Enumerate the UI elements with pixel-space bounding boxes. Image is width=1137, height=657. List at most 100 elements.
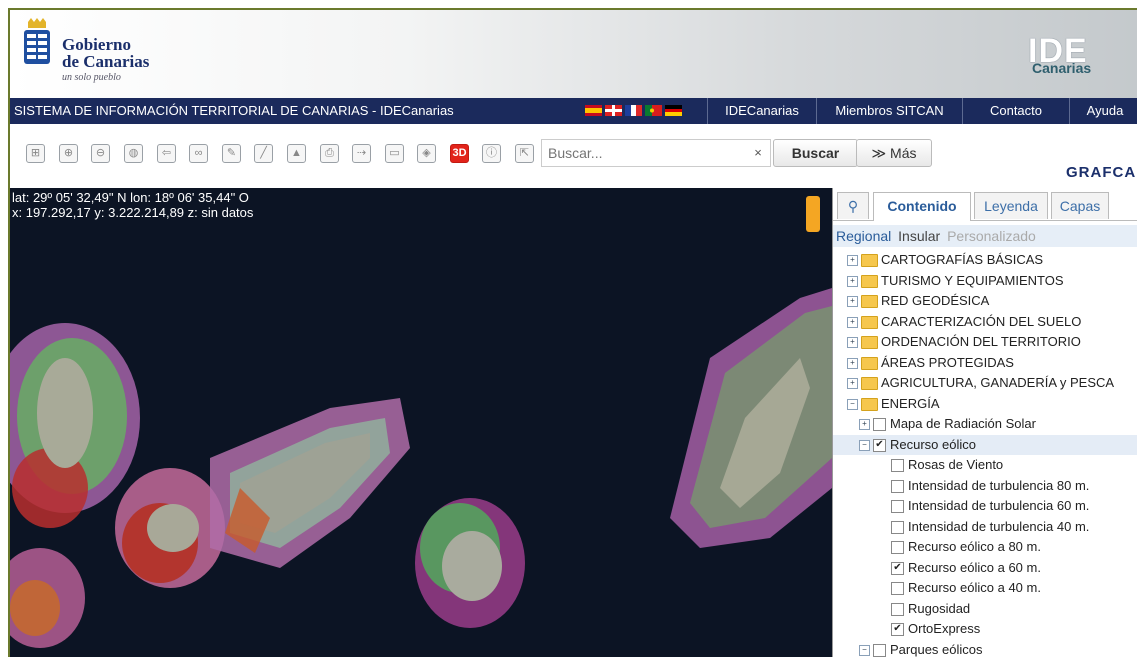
streetview-pegman-icon[interactable] — [806, 196, 820, 232]
expand-toggle-icon[interactable]: + — [847, 316, 858, 328]
expand-toggle-icon[interactable]: − — [847, 398, 858, 410]
layer-checkbox[interactable] — [873, 643, 886, 657]
layer-checkbox[interactable] — [873, 418, 886, 432]
search-input[interactable] — [541, 139, 771, 167]
tree-item[interactable]: ✔ OrtoExpress — [833, 619, 1137, 639]
tree-item-label: OrtoExpress — [908, 621, 981, 636]
tree-item[interactable]: Intensidad de turbulencia 60 m. — [833, 496, 1137, 516]
tree-item[interactable]: + ORDENACIÓN DEL TERRITORIO — [833, 332, 1137, 352]
expand-toggle-icon[interactable]: − — [859, 439, 870, 451]
zoom-box-icon[interactable]: ⊞ — [26, 144, 45, 163]
layer-checkbox[interactable] — [891, 479, 904, 493]
tab-contenido[interactable]: Contenido — [873, 192, 971, 221]
folder-icon — [861, 254, 878, 268]
layer-checkbox[interactable]: ✔ — [891, 561, 904, 575]
france-flag-icon[interactable] — [625, 105, 642, 116]
profile-icon[interactable]: ▲ — [287, 144, 306, 163]
uk-flag-icon[interactable] — [605, 105, 622, 116]
layers-icon[interactable]: ◈ — [417, 144, 436, 163]
layer-checkbox[interactable] — [891, 500, 904, 514]
tree-item[interactable]: + Mapa de Radiación Solar — [833, 414, 1137, 434]
tree-item[interactable]: Intensidad de turbulencia 80 m. — [833, 476, 1137, 496]
export-icon[interactable]: ⇢ — [352, 144, 371, 163]
expand-toggle-icon[interactable]: + — [847, 378, 858, 390]
layer-checkbox[interactable]: ✔ — [873, 438, 886, 452]
folder-icon — [861, 315, 878, 329]
tree-item[interactable]: + TURISMO Y EQUIPAMIENTOS — [833, 271, 1137, 291]
tree-item-label: Intensidad de turbulencia 60 m. — [908, 498, 1090, 513]
globe-icon[interactable]: ◍ — [124, 144, 143, 163]
nav-ayuda[interactable]: Ayuda — [1069, 98, 1137, 124]
expand-toggle-icon[interactable]: + — [847, 275, 858, 287]
tab-leyenda[interactable]: Leyenda — [974, 192, 1048, 219]
site-header: Gobierno de Canarias un solo pueblo IDE … — [10, 10, 1137, 98]
ide-logo-sub: Canarias — [1032, 60, 1092, 76]
subtab-regional[interactable]: Regional — [836, 228, 891, 244]
layer-checkbox[interactable] — [891, 582, 904, 596]
tree-item-label: RED GEODÉSICA — [881, 293, 990, 308]
tree-item[interactable]: + ÁREAS PROTEGIDAS — [833, 353, 1137, 373]
portugal-flag-icon[interactable] — [645, 105, 662, 116]
tree-item[interactable]: + RED GEODÉSICA — [833, 291, 1137, 311]
scale-icon[interactable]: ▭ — [385, 144, 404, 163]
tree-item[interactable]: − ENERGÍA — [833, 394, 1137, 414]
logo-tagline: un solo pueblo — [62, 72, 121, 83]
map-canvas[interactable] — [10, 188, 832, 657]
content-panel: ⚲ Contenido Leyenda Capas Regional Insul… — [832, 188, 1137, 657]
layer-checkbox[interactable] — [891, 459, 904, 473]
zoom-out-icon[interactable]: ⊖ — [91, 144, 110, 163]
tree-item-label: Parques eólicos — [890, 641, 983, 657]
draw-icon[interactable]: ✎ — [222, 144, 241, 163]
tree-item[interactable]: Recurso eólico a 40 m. — [833, 578, 1137, 598]
layer-checkbox[interactable] — [891, 541, 904, 555]
tree-item-label: ENERGÍA — [881, 395, 940, 411]
tree-item[interactable]: + AGRICULTURA, GANADERÍA y PESCA — [833, 373, 1137, 393]
link-icon[interactable]: ∞ — [189, 144, 208, 163]
measure-icon[interactable]: ╱ — [254, 144, 273, 163]
search-tab-icon[interactable]: ⚲ — [837, 192, 869, 219]
expand-toggle-icon[interactable]: + — [847, 337, 858, 349]
clear-search-icon[interactable]: × — [749, 144, 767, 162]
tree-item[interactable]: − Parques eólicos — [833, 640, 1137, 657]
share-icon[interactable]: ⇱ — [515, 144, 534, 163]
folder-icon — [861, 336, 878, 350]
tree-item[interactable]: Rosas de Viento — [833, 455, 1137, 475]
expand-toggle-icon[interactable]: + — [847, 296, 858, 308]
nav-contacto[interactable]: Contacto — [962, 98, 1069, 124]
tree-item[interactable]: ✔ Recurso eólico a 60 m. — [833, 558, 1137, 578]
tree-item-label: TURISMO Y EQUIPAMIENTOS — [881, 272, 1064, 288]
tree-item[interactable]: + CARTOGRAFÍAS BÁSICAS — [833, 250, 1137, 270]
expand-toggle-icon[interactable]: + — [859, 419, 870, 431]
back-icon[interactable]: ⇦ — [157, 144, 176, 163]
layer-checkbox[interactable]: ✔ — [891, 623, 904, 637]
language-flags — [585, 105, 682, 116]
expand-toggle-icon[interactable]: − — [859, 644, 870, 656]
search-button[interactable]: Buscar — [773, 139, 858, 167]
layer-checkbox[interactable] — [891, 520, 904, 534]
tree-item-label: Intensidad de turbulencia 80 m. — [908, 477, 1090, 493]
more-button[interactable]: ≫ Más — [856, 139, 932, 167]
spain-flag-icon[interactable] — [585, 105, 602, 116]
tree-item[interactable]: + CARACTERIZACIÓN DEL SUELO — [833, 312, 1137, 332]
tree-item-label: Rugosidad — [908, 600, 971, 616]
layer-checkbox[interactable] — [891, 602, 904, 616]
zoom-in-icon[interactable]: ⊕ — [59, 144, 78, 163]
subtab-personalizado[interactable]: Personalizado — [947, 228, 1036, 244]
tree-item-label: Intensidad de turbulencia 40 m. — [908, 518, 1090, 534]
nav-idecanarias[interactable]: IDECanarias — [707, 98, 816, 124]
tree-item[interactable]: Intensidad de turbulencia 40 m. — [833, 517, 1137, 537]
tab-capas[interactable]: Capas — [1051, 192, 1109, 219]
print-icon[interactable]: ⎙ — [320, 144, 339, 163]
subtab-insular[interactable]: Insular — [898, 228, 940, 244]
expand-toggle-icon[interactable]: + — [847, 357, 858, 369]
tree-item[interactable]: Recurso eólico a 80 m. — [833, 537, 1137, 557]
expand-toggle-icon[interactable]: + — [847, 255, 858, 267]
folder-icon — [861, 356, 878, 370]
germany-flag-icon[interactable] — [665, 105, 682, 116]
3d-view-button[interactable]: 3D — [450, 144, 469, 163]
map-viewer[interactable]: lat: 29º 05' 32,49" N lon: 18º 06' 35,44… — [10, 188, 832, 657]
info-icon[interactable]: ⓘ — [482, 144, 501, 163]
tree-item[interactable]: Rugosidad — [833, 599, 1137, 619]
nav-miembros-sitcan[interactable]: Miembros SITCAN — [816, 98, 962, 124]
tree-item[interactable]: − ✔ Recurso eólico — [833, 434, 1137, 455]
